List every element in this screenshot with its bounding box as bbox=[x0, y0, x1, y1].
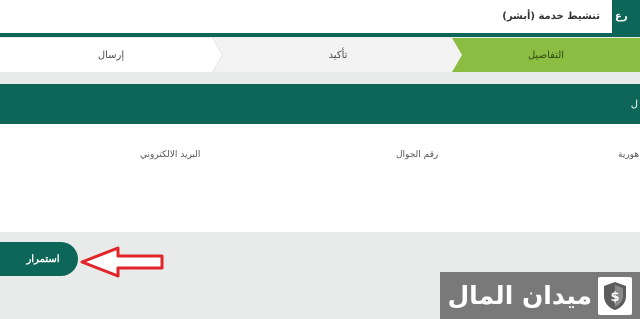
watermark-logo: ميدان المال $ bbox=[440, 272, 640, 319]
nationality-label: هورية bbox=[618, 150, 640, 160]
progress-steps: إرسال تأكيد التفاصيل bbox=[0, 38, 640, 72]
step-confirm: تأكيد bbox=[213, 38, 463, 72]
annotation-arrow-icon bbox=[80, 246, 164, 278]
step-details-label: التفاصيل bbox=[527, 49, 565, 61]
top-bar: تنشيط خدمة (أبشر) رع bbox=[0, 0, 640, 33]
page-title: تنشيط خدمة (أبشر) bbox=[502, 11, 600, 22]
section-header: ل bbox=[0, 84, 640, 124]
form-panel: البريد الالكتروني رقم الجوال هورية bbox=[0, 124, 640, 232]
shield-dollar-icon: $ bbox=[598, 276, 632, 315]
mobile-label: رقم الجوال bbox=[396, 150, 439, 160]
step-send: إرسال bbox=[0, 38, 222, 72]
watermark-text: ميدان المال bbox=[447, 281, 592, 310]
top-nav-tab[interactable]: رع bbox=[612, 0, 640, 33]
svg-text:$: $ bbox=[610, 290, 619, 305]
step-confirm-label: تأكيد bbox=[328, 49, 348, 61]
step-send-label: إرسال bbox=[97, 49, 125, 61]
section-header-label: ل bbox=[630, 98, 638, 110]
email-label: البريد الالكتروني bbox=[140, 150, 201, 160]
continue-button[interactable]: استمرار bbox=[0, 242, 78, 276]
step-details-active: التفاصيل bbox=[452, 38, 640, 72]
header-divider bbox=[0, 33, 640, 37]
